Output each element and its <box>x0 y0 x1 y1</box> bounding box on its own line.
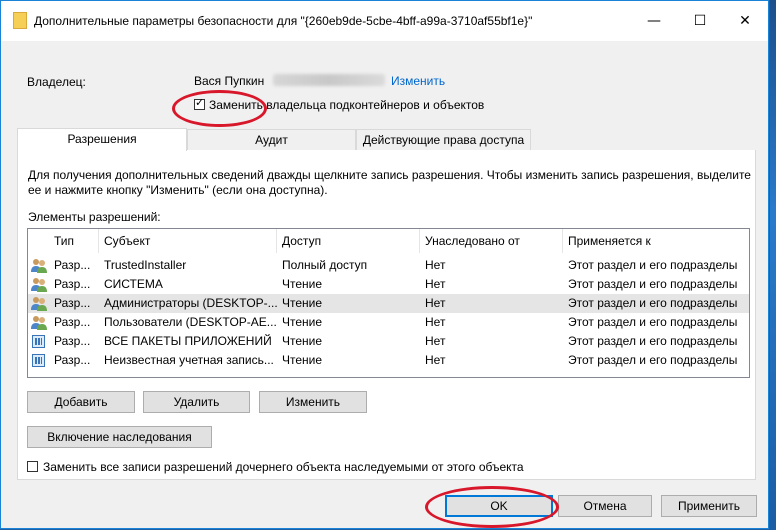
maximize-icon: ☐ <box>693 13 707 29</box>
cell-inherited: Нет <box>425 334 446 348</box>
owner-email-blurred <box>273 74 385 86</box>
enable-inheritance-button[interactable]: Включение наследования <box>27 426 212 448</box>
cell-applies: Этот раздел и его подразделы <box>568 334 738 348</box>
maximize-button[interactable]: ☐ <box>677 1 723 41</box>
cell-inherited: Нет <box>425 277 446 291</box>
cell-access: Чтение <box>282 334 323 348</box>
cell-access: Чтение <box>282 315 323 329</box>
close-button[interactable]: ✕ <box>722 1 768 41</box>
checkmark-icon: ✓ <box>195 96 205 109</box>
cell-access: Полный доступ <box>282 258 368 272</box>
cell-subject: Неизвестная учетная запись... <box>104 353 274 367</box>
cell-access: Чтение <box>282 353 323 367</box>
close-icon: ✕ <box>739 13 751 29</box>
cell-subject: СИСТЕМА <box>104 277 163 291</box>
add-button[interactable]: Добавить <box>27 391 135 413</box>
table-row[interactable]: Разр... ВСЕ ПАКЕТЫ ПРИЛОЖЕНИЙ Чтение Нет Это… <box>28 332 749 351</box>
cell-access: Чтение <box>282 277 323 291</box>
replace-child-permissions-label: Заменить все записи разрешений дочернего… <box>43 460 524 474</box>
cancel-button[interactable]: Отмена <box>558 495 652 517</box>
cell-type: Разр... <box>54 334 91 348</box>
cell-inherited: Нет <box>425 315 446 329</box>
list-header: Тип Субъект Доступ Унаследовано от Приме… <box>28 229 749 253</box>
table-row[interactable]: Разр... TrustedInstaller Полный доступ Нет Э… <box>28 256 749 275</box>
tab-effective-access[interactable]: Действующие права доступа <box>356 129 531 150</box>
minimize-icon: — <box>647 13 661 29</box>
cell-applies: Этот раздел и его подразделы <box>568 277 738 291</box>
table-row[interactable]: Разр... Администраторы (DESKTOP-... Чтение… <box>28 294 749 313</box>
cell-subject: ВСЕ ПАКЕТЫ ПРИЛОЖЕНИЙ <box>104 334 272 348</box>
cell-subject: Администраторы (DESKTOP-... <box>104 296 277 310</box>
ok-button[interactable]: OK <box>445 495 553 517</box>
cell-subject: Пользователи (DESKTOP-AE... <box>104 315 277 329</box>
replace-owner-checkbox[interactable]: ✓ <box>194 96 205 110</box>
entries-label: Элементы разрешений: <box>28 210 161 224</box>
users-icon <box>31 278 47 292</box>
folder-icon <box>13 12 27 29</box>
replace-child-permissions-checkbox[interactable] <box>27 461 38 472</box>
edit-button[interactable]: Изменить <box>259 391 367 413</box>
replace-owner-label: Заменить владельца подконтейнеров и объе… <box>209 98 485 112</box>
cell-access: Чтение <box>282 296 323 310</box>
apply-button[interactable]: Применить <box>661 495 757 517</box>
cell-inherited: Нет <box>425 296 446 310</box>
cell-type: Разр... <box>54 258 91 272</box>
title-bar[interactable]: Дополнительные параметры безопасности дл… <box>1 1 768 41</box>
col-type[interactable]: Тип <box>49 229 99 253</box>
table-row[interactable]: Разр... Неизвестная учетная запись... Чтен… <box>28 351 749 370</box>
col-inherited[interactable]: Унаследовано от <box>420 229 563 253</box>
package-icon <box>32 354 45 367</box>
owner-name: Вася Пупкин <box>194 74 265 88</box>
window-title: Дополнительные параметры безопасности дл… <box>34 14 533 28</box>
desktop-background <box>770 0 776 530</box>
table-row[interactable]: Разр... Пользователи (DESKTOP-AE... Чтение… <box>28 313 749 332</box>
cell-type: Разр... <box>54 296 91 310</box>
change-owner-link[interactable]: Изменить <box>391 74 445 88</box>
users-icon <box>31 259 47 273</box>
cell-type: Разр... <box>54 353 91 367</box>
cell-applies: Этот раздел и его подразделы <box>568 315 738 329</box>
tab-permissions[interactable]: Разрешения <box>17 128 187 151</box>
cell-applies: Этот раздел и его подразделы <box>568 258 738 272</box>
permission-entries-list[interactable]: Тип Субъект Доступ Унаследовано от Приме… <box>27 228 750 378</box>
col-subject[interactable]: Субъект <box>99 229 277 253</box>
tab-audit[interactable]: Аудит <box>187 129 356 150</box>
cell-inherited: Нет <box>425 258 446 272</box>
cell-type: Разр... <box>54 277 91 291</box>
users-icon <box>31 316 47 330</box>
minimize-button[interactable]: — <box>631 1 677 41</box>
cell-type: Разр... <box>54 315 91 329</box>
cell-subject: TrustedInstaller <box>104 258 187 272</box>
col-access[interactable]: Доступ <box>277 229 420 253</box>
table-row[interactable]: Разр... СИСТЕМА Чтение Нет Этот раздел и его… <box>28 275 749 294</box>
owner-label: Владелец: <box>27 75 86 89</box>
cell-applies: Этот раздел и его подразделы <box>568 296 738 310</box>
users-icon <box>31 297 47 311</box>
info-text-line2: ее и нажмите кнопку "Изменить" (если она… <box>28 183 328 197</box>
cell-applies: Этот раздел и его подразделы <box>568 353 738 367</box>
advanced-security-dialog: Дополнительные параметры безопасности дл… <box>0 0 769 529</box>
col-applies[interactable]: Применяется к <box>563 229 749 253</box>
cell-inherited: Нет <box>425 353 446 367</box>
remove-button[interactable]: Удалить <box>143 391 250 413</box>
package-icon <box>32 335 45 348</box>
info-text-line1: Для получения дополнительных сведений дв… <box>28 168 751 182</box>
